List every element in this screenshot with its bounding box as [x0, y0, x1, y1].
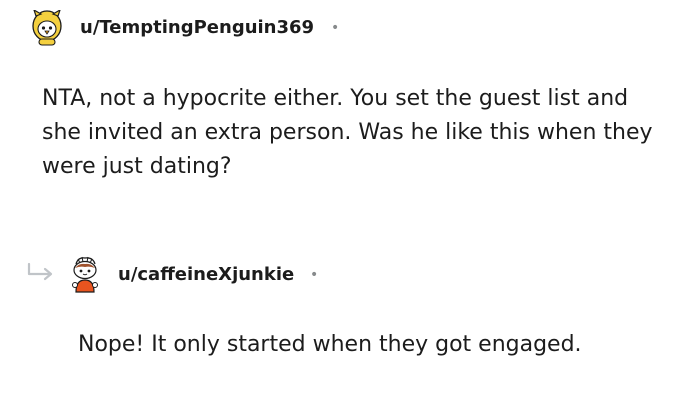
separator-dot: • — [331, 20, 340, 36]
snoo-avatar-icon[interactable] — [68, 256, 102, 293]
comment-body: Nope! It only started when they got enga… — [78, 332, 582, 357]
comment-author-username[interactable]: u/caffeineXjunkie — [118, 264, 294, 286]
penguin-costume-avatar-icon[interactable] — [30, 8, 64, 46]
comment-author-username[interactable]: u/TemptingPenguin369 — [80, 17, 314, 39]
reply-arrow-icon — [26, 262, 56, 282]
comment-body: NTA, not a hypocrite either. You set the… — [42, 86, 653, 179]
separator-dot: • — [310, 267, 319, 283]
